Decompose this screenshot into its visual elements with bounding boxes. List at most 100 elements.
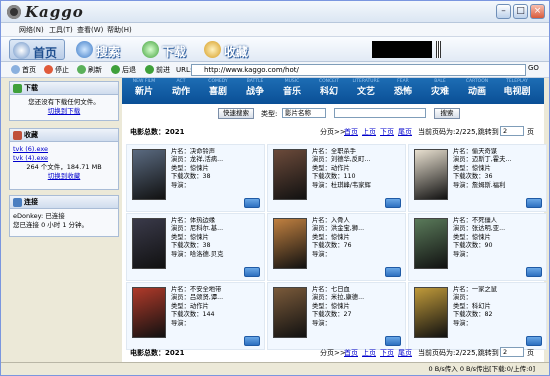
download-button[interactable] xyxy=(526,198,542,208)
favorites-tool-button[interactable]: 收藏 xyxy=(201,39,261,60)
movie-card[interactable]: 片名：偷天奇谋 演员：迈斯丁,霍夫... 类型：惊悚片 下载次数：36 导演：詹姆斯.福… xyxy=(408,144,547,212)
movie-title[interactable]: 全职杀手 xyxy=(331,148,356,155)
download-tool-button[interactable]: 下载 xyxy=(139,39,195,60)
movie-poster[interactable] xyxy=(132,218,166,269)
movie-type: 动作片 xyxy=(330,164,350,172)
movie-poster[interactable] xyxy=(414,218,448,269)
category-tab[interactable]: BATTLE 战争 xyxy=(239,79,271,103)
movie-poster[interactable] xyxy=(273,287,307,338)
movie-poster[interactable] xyxy=(414,149,448,200)
page-select[interactable]: 2 xyxy=(500,126,524,136)
download-button[interactable] xyxy=(244,198,260,208)
director-label: 导演： xyxy=(171,319,190,327)
search-input[interactable] xyxy=(334,108,426,118)
menu-network[interactable]: 网络(N) xyxy=(19,25,44,35)
director-label: 导演： xyxy=(453,319,472,327)
movie-poster[interactable] xyxy=(132,149,166,200)
last-page-link[interactable]: 尾页 xyxy=(398,348,412,358)
first-page-link[interactable]: 首页 xyxy=(344,127,358,137)
go-button[interactable]: GO xyxy=(528,64,539,72)
actor-label: 演员： xyxy=(453,294,472,302)
next-page-link[interactable]: 下页 xyxy=(380,348,394,358)
nav-back-button[interactable]: 后退 xyxy=(111,64,136,76)
movie-poster[interactable] xyxy=(273,218,307,269)
movie-type: 惊悚片 xyxy=(471,233,491,241)
first-page-link[interactable]: 首页 xyxy=(344,348,358,358)
movie-title[interactable]: 一家之鼠 xyxy=(472,286,497,293)
favorite-file-item[interactable]: tvk (4).exe xyxy=(13,154,115,163)
minimize-button[interactable]: – xyxy=(496,4,511,19)
movie-card[interactable]: 片名：不死僵人 演员：张达明,亚... 类型：惊悚片 下载次数：90 导演： xyxy=(408,213,547,281)
movie-card[interactable]: 片名：体热边缘 演员：尼科尔.基... 类型：惊悚片 下载次数：38 导演：哈洛德.贝克 xyxy=(126,213,265,281)
category-tab[interactable]: ACT 动作 xyxy=(165,79,197,103)
category-tab[interactable]: LITERATURE 文艺 xyxy=(350,79,382,103)
download-button[interactable] xyxy=(385,336,401,346)
category-bar: NEW FILM 新片 ACT 动作 COMEDY 喜剧 BATTLE 战争 MUSIC 音乐 CO… xyxy=(122,78,544,104)
movie-title[interactable]: 不安全地带 xyxy=(190,286,221,293)
category-tab[interactable]: BALE 灾难 xyxy=(424,79,456,103)
nav-home-button[interactable]: 首页 xyxy=(11,64,36,76)
menu-tools[interactable]: 工具(T) xyxy=(49,25,73,35)
category-tab[interactable]: TELEPLAY 电视剧 xyxy=(498,79,536,103)
maximize-button[interactable]: □ xyxy=(513,4,528,19)
nav-forward-button[interactable]: 前进 xyxy=(145,64,170,76)
menu-help[interactable]: 帮助(H) xyxy=(107,25,132,35)
category-tab[interactable]: CONCEIT 科幻 xyxy=(313,79,345,103)
search-type-select[interactable]: 影片名称 xyxy=(282,108,326,118)
category-tab[interactable]: CARTOON 动画 xyxy=(461,79,493,103)
quick-search-button[interactable]: 快速搜索 xyxy=(218,108,254,119)
category-tab[interactable]: NEW FILM 新片 xyxy=(128,79,160,103)
downloads-label: 下载次数： xyxy=(312,173,344,181)
movie-info: 片名：不死僵人 演员：张达明,亚... 类型：惊悚片 下载次数：90 导演： xyxy=(453,217,545,259)
movie-card[interactable]: 片名：七日血 演员：米拉,康德... 类型：惊悚片 下载次数：27 导演： xyxy=(267,282,406,350)
close-button[interactable]: × xyxy=(530,4,545,19)
prev-page-link[interactable]: 上页 xyxy=(362,127,376,137)
title-label: 片名： xyxy=(171,148,190,155)
category-tab[interactable]: COMEDY 喜剧 xyxy=(202,79,234,103)
movie-poster[interactable] xyxy=(414,287,448,338)
nav-refresh-button[interactable]: 刷新 xyxy=(77,64,102,76)
last-page-link[interactable]: 尾页 xyxy=(398,127,412,137)
category-tab[interactable]: FEAR 恐怖 xyxy=(387,79,419,103)
category-tab[interactable]: MUSIC 音乐 xyxy=(276,79,308,103)
movie-card[interactable]: 片名：不安全地带 演员：吕颂贤,谭... 类型：动作片 下载次数：144 导演： xyxy=(126,282,265,350)
nav-stop-button[interactable]: 停止 xyxy=(44,64,69,76)
download-button[interactable] xyxy=(385,198,401,208)
movie-card[interactable]: 片名：入骨人 演员：洪金宝,狮... 类型：惊悚片 下载次数：76 导演： xyxy=(267,213,406,281)
menu-bar: 网络(N) 工具(T) 查看(W) 帮助(H) xyxy=(1,23,549,37)
movie-info: 片名：不安全地带 演员：吕颂贤,谭... 类型：动作片 下载次数：144 导演： xyxy=(171,286,263,328)
page-suffix: 页 xyxy=(527,349,534,357)
movie-title[interactable]: 不死僵人 xyxy=(472,217,497,224)
movie-card[interactable]: 片名：全职杀手 演员：刘德华,反町... 类型：动作片 下载次数：110 导演：杜琪峰/… xyxy=(267,144,406,212)
type-label: 类型： xyxy=(312,302,331,310)
download-button[interactable] xyxy=(244,336,260,346)
movie-card[interactable]: 片名：一家之鼠 演员： 类型：科幻片 下载次数：82 导演： xyxy=(408,282,547,350)
url-input[interactable]: http://www.kaggo.com/hot/ xyxy=(191,64,526,76)
download-button[interactable] xyxy=(526,336,542,346)
movie-title[interactable]: 体热边缘 xyxy=(190,217,215,224)
download-button[interactable] xyxy=(385,267,401,277)
prev-page-link[interactable]: 上页 xyxy=(362,348,376,358)
download-button[interactable] xyxy=(244,267,260,277)
movie-card[interactable]: 片名：决命铃声 演员：龙祥,活病... 类型：惊悚片 下载次数：38 导演： xyxy=(126,144,265,212)
home-tool-button[interactable]: 首页 xyxy=(9,39,65,60)
movie-type: 惊悚片 xyxy=(330,233,350,241)
movie-poster[interactable] xyxy=(132,287,166,338)
search-submit-button[interactable]: 搜索 xyxy=(434,108,460,119)
movie-title[interactable]: 决命铃声 xyxy=(190,148,215,155)
switch-to-favorites-link[interactable]: 切换到收藏 xyxy=(13,172,115,181)
download-button[interactable] xyxy=(526,267,542,277)
next-page-link[interactable]: 下页 xyxy=(380,127,394,137)
movie-title[interactable]: 七日血 xyxy=(331,286,350,293)
favorites-icon xyxy=(204,41,221,58)
movie-title[interactable]: 入骨人 xyxy=(331,217,350,224)
movie-poster[interactable] xyxy=(273,149,307,200)
search-tool-button[interactable]: 搜索 xyxy=(73,39,133,60)
page-select[interactable]: 2 xyxy=(500,347,524,357)
url-label: URL: xyxy=(176,66,193,74)
favorite-file-item[interactable]: tvk (6).exe xyxy=(13,145,115,154)
movie-title[interactable]: 偷天奇谋 xyxy=(472,148,497,155)
menu-view[interactable]: 查看(W) xyxy=(77,25,103,35)
switch-to-download-link[interactable]: 切换到下载 xyxy=(13,107,115,116)
movie-type: 惊悚片 xyxy=(189,164,209,172)
